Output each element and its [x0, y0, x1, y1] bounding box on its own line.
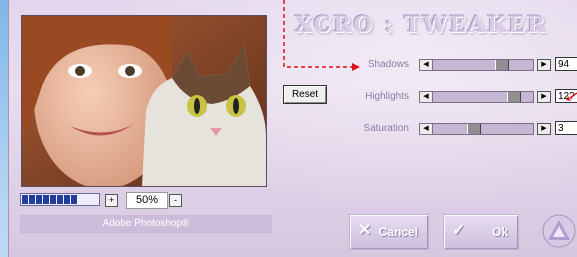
progress-segment [22, 195, 28, 204]
saturation-label: Saturation [363, 123, 409, 134]
shadows-label: Shadows [367, 59, 409, 70]
highlights-increase-icon[interactable]: ▶ [537, 91, 551, 103]
tweaker-dialog: + 50% - Adobe Photoshop® XCRO : TWEAKER … [8, 0, 577, 257]
highlights-decrease-icon[interactable]: ◀ [420, 92, 433, 102]
shadows-thumb[interactable] [494, 60, 509, 70]
saturation-decrease-icon[interactable]: ◀ [420, 124, 433, 134]
host-app-label: Adobe Photoshop® [20, 215, 272, 233]
cross-icon: ✕ [358, 222, 372, 239]
saturation-thumb[interactable] [466, 124, 481, 134]
progress-segment [50, 195, 56, 204]
zoom-value: 50% [126, 192, 168, 209]
progress-segment [43, 195, 49, 204]
saturation-slider[interactable]: ◀ [419, 123, 534, 135]
ok-label: Ok [491, 225, 508, 239]
cancel-button[interactable]: ✕ Cancel [349, 214, 429, 250]
saturation-value[interactable]: 3 [555, 121, 577, 135]
zoom-in-button[interactable]: + [105, 194, 118, 207]
ok-button[interactable]: ✓ Ok [443, 214, 519, 250]
progress-segment [36, 195, 42, 204]
progress-segment [71, 195, 77, 204]
preview-photo [22, 16, 266, 186]
progress-bar [20, 193, 100, 206]
highlights-slider[interactable]: ◀ [419, 91, 534, 103]
zoom-out-button[interactable]: - [169, 194, 182, 207]
cancel-label: Cancel [378, 225, 418, 239]
progress-segment [57, 195, 63, 204]
highlights-thumb[interactable] [506, 92, 521, 102]
highlights-label: Highlights [365, 91, 409, 102]
plugin-title: XCRO : TWEAKER [294, 12, 548, 38]
shadows-decrease-icon[interactable]: ◀ [420, 60, 433, 70]
progress-segment [29, 195, 35, 204]
image-preview [21, 15, 267, 187]
triangle-logo-icon [542, 214, 576, 248]
shadows-value[interactable]: 94 [555, 57, 577, 71]
progress-segment [64, 195, 70, 204]
saturation-increase-icon[interactable]: ▶ [537, 123, 551, 135]
highlights-value[interactable]: 12? [555, 89, 577, 103]
shadows-slider[interactable]: ◀ [419, 59, 534, 71]
check-icon: ✓ [452, 222, 466, 239]
reset-button[interactable]: Reset [283, 85, 327, 104]
shadows-increase-icon[interactable]: ▶ [537, 59, 551, 71]
